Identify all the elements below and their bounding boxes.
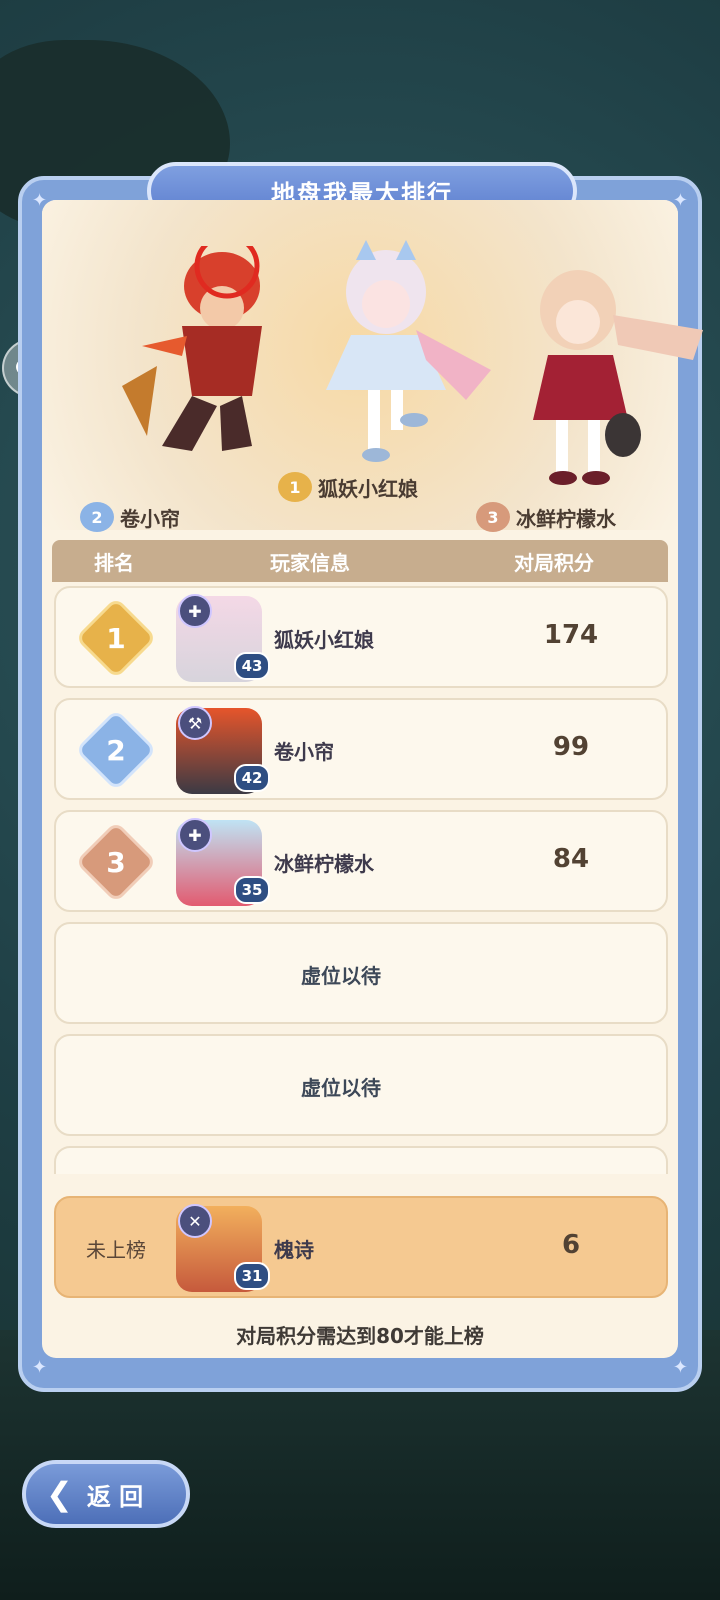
player-name: 狐妖小红娘 [274, 628, 374, 652]
table-row[interactable]: 1 ✚ 43 狐妖小红娘 174 [54, 586, 668, 688]
gold-medal-icon: 1 [278, 472, 312, 502]
player-score: 99 [552, 732, 590, 762]
table-row-empty: 虚位以待 [54, 1034, 668, 1136]
podium-character-2 [102, 246, 302, 466]
table-row[interactable]: 3 ✚ 35 冰鲜柠檬水 84 [54, 810, 668, 912]
header-rank: 排名 [94, 550, 134, 575]
player-name: 卷小帘 [274, 740, 334, 764]
podium-name-2: 2 卷小帘 [80, 502, 180, 532]
player-score: 6 [561, 1230, 581, 1260]
level-badge: 43 [234, 652, 270, 680]
placeholder-text: 虚位以待 [301, 964, 381, 988]
silver-medal-icon: 2 [80, 502, 114, 532]
my-rank-row[interactable]: 未上榜 ✕ 31 槐诗 6 [54, 1196, 668, 1298]
back-arrow-icon: ❮ [46, 1475, 73, 1513]
class-icon: ⚒ [178, 706, 212, 740]
requirement-text: 对局积分需达到80才能上榜 [236, 1324, 484, 1348]
level-badge: 35 [234, 876, 270, 904]
class-icon: ✚ [178, 594, 212, 628]
podium-name-3: 3 冰鲜柠檬水 [476, 502, 616, 532]
table-row[interactable]: 2 ⚒ 42 卷小帘 99 [54, 698, 668, 800]
corner-decoration: ✦ [32, 1357, 48, 1378]
podium-name-1: 1 狐妖小红娘 [278, 472, 418, 502]
panel-content: 1 狐妖小红娘 2 卷小帘 3 冰鲜柠檬水 排名 玩家信息 对局积分 1 ✚ 4… [42, 200, 703, 1358]
level-badge: 42 [234, 764, 270, 792]
class-icon: ✚ [178, 818, 212, 852]
ranking-panel: ✦ ✦ ✦ ✦ 地盘我最大排行 1 狐妖小红娘 2 卷小帘 3 冰鲜柠檬水 排名… [18, 162, 703, 1392]
table-header: 排名 玩家信息 对局积分 [52, 540, 668, 582]
bronze-medal-icon: 3 [476, 502, 510, 532]
podium-character-1 [296, 240, 496, 480]
table-row-partial [54, 1146, 668, 1174]
unranked-label: 未上榜 [86, 1238, 146, 1262]
rank-badge-silver: 2 [74, 708, 158, 792]
back-label: 返 回 [86, 1482, 144, 1511]
header-score: 对局积分 [514, 550, 594, 575]
podium: 1 狐妖小红娘 2 卷小帘 3 冰鲜柠檬水 [42, 200, 703, 532]
corner-decoration: ✦ [672, 1357, 688, 1378]
class-icon: ✕ [178, 1204, 212, 1238]
header-player: 玩家信息 [270, 550, 350, 575]
table-row-empty: 虚位以待 [54, 922, 668, 1024]
rank-badge-bronze: 3 [74, 820, 158, 904]
player-name: 冰鲜柠檬水 [274, 852, 374, 876]
level-badge: 31 [234, 1262, 270, 1290]
player-score: 84 [552, 844, 590, 874]
player-name: 槐诗 [274, 1238, 314, 1262]
player-score: 174 [543, 620, 599, 650]
back-button[interactable]: ❮ 返 回 [22, 1460, 190, 1528]
rank-badge-gold: 1 [74, 596, 158, 680]
podium-character-3 [508, 260, 708, 490]
placeholder-text: 虚位以待 [301, 1076, 381, 1100]
